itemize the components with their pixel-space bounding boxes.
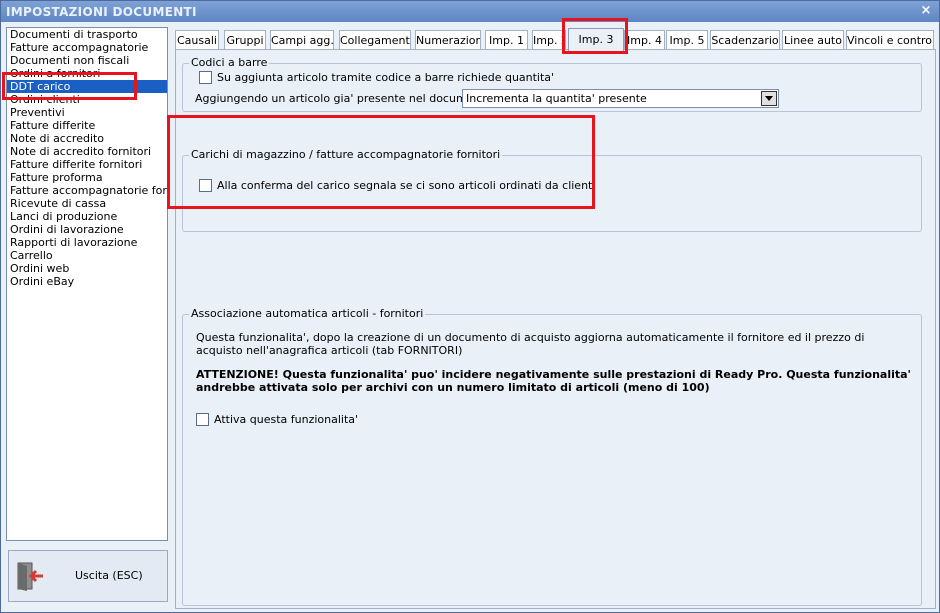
exit-button-label: Uscita (ESC): [75, 569, 143, 582]
list-item[interactable]: Carrello: [7, 249, 167, 262]
settings-tabs: Causali Gruppi Campi agg. Collegamenti N…: [175, 28, 935, 51]
tab-panel-imp-3: Codici a barre Su aggiunta articolo tram…: [175, 49, 936, 609]
list-item[interactable]: Ordini web: [7, 262, 167, 275]
tab-campi-agg[interactable]: Campi agg.: [270, 30, 334, 50]
tab-imp-4[interactable]: Imp. 4: [624, 30, 665, 50]
list-item[interactable]: Fatture proforma: [7, 171, 167, 184]
list-item[interactable]: Note di accredito fornitori: [7, 145, 167, 158]
tab-gruppi[interactable]: Gruppi: [224, 30, 266, 50]
warehouse-check-row[interactable]: Alla conferma del carico segnala se ci s…: [199, 179, 595, 192]
list-item[interactable]: Documenti non fiscali: [7, 54, 167, 67]
window-content: Documenti di trasporto Fatture accompagn…: [1, 22, 939, 612]
existing-item-select-value: Incrementa la quantita' presente: [466, 92, 647, 105]
tab-imp-5[interactable]: Imp. 5: [666, 30, 708, 50]
tab-collegamenti[interactable]: Collegamenti: [339, 30, 411, 50]
supplier-activate-checkbox[interactable]: [196, 413, 209, 426]
supplier-activate-label: Attiva questa funzionalita': [214, 413, 359, 426]
supplier-group-title: Associazione automatica articoli - forni…: [189, 307, 426, 320]
tab-vincoli-e-controlli[interactable]: Vincoli e controlli: [846, 30, 934, 50]
warehouse-checkbox-label: Alla conferma del carico segnala se ci s…: [217, 179, 596, 192]
warehouse-checkbox[interactable]: [199, 179, 212, 192]
list-item[interactable]: Note di accredito: [7, 132, 167, 145]
existing-item-select[interactable]: Incrementa la quantita' presente: [462, 89, 779, 108]
chevron-down-icon[interactable]: [761, 91, 777, 106]
list-item[interactable]: Fatture accompagnatorie: [7, 41, 167, 54]
list-item[interactable]: Rapporti di lavorazione: [7, 236, 167, 249]
tab-numerazioni[interactable]: Numerazioni: [415, 30, 481, 50]
document-type-list[interactable]: Documenti di trasporto Fatture accompagn…: [6, 27, 168, 541]
barcode-group-title: Codici a barre: [189, 56, 270, 69]
supplier-association-group: Associazione automatica articoli - forni…: [182, 307, 922, 606]
tab-imp-2[interactable]: Imp. 2: [532, 30, 566, 50]
exit-door-icon: [17, 562, 43, 591]
list-item[interactable]: Fatture accompagnatorie fornitori: [7, 184, 167, 197]
list-item[interactable]: Fatture differite fornitori: [7, 158, 167, 171]
existing-item-label: Aggiungendo un articolo gia' presente ne…: [195, 92, 499, 105]
list-item[interactable]: Documenti di trasporto: [7, 28, 167, 41]
list-item[interactable]: Preventivi: [7, 106, 167, 119]
list-item[interactable]: Lanci di produzione: [7, 210, 167, 223]
list-item-selected[interactable]: DDT carico: [7, 80, 167, 93]
settings-window: IMPOSTAZIONI DOCUMENTI × Documenti di tr…: [0, 0, 940, 613]
barcode-quantity-checkbox[interactable]: [199, 71, 212, 84]
barcode-quantity-label: Su aggiunta articolo tramite codice a ba…: [217, 71, 555, 84]
list-item[interactable]: Ordini di lavorazione: [7, 223, 167, 236]
supplier-description: Questa funzionalita', dopo la creazione …: [196, 331, 865, 357]
tab-causali[interactable]: Causali: [175, 30, 219, 50]
tab-imp-1[interactable]: Imp. 1: [485, 30, 528, 50]
warehouse-group-title: Carichi di magazzino / fatture accompagn…: [189, 148, 503, 161]
tab-scadenzario[interactable]: Scadenzario: [710, 30, 780, 50]
warehouse-group: Carichi di magazzino / fatture accompagn…: [182, 148, 922, 232]
barcode-group: Codici a barre Su aggiunta articolo tram…: [182, 56, 922, 112]
supplier-warning: ATTENZIONE! Questa funzionalita' puo' in…: [196, 368, 911, 394]
title-bar[interactable]: IMPOSTAZIONI DOCUMENTI ×: [1, 1, 939, 22]
list-item[interactable]: Ordini a fornitori: [7, 67, 167, 80]
list-item[interactable]: Ricevute di cassa: [7, 197, 167, 210]
close-icon[interactable]: ×: [919, 4, 933, 18]
tab-imp-3[interactable]: Imp. 3: [568, 28, 624, 51]
tab-linee-auto[interactable]: Linee auto: [782, 30, 844, 50]
window-title: IMPOSTAZIONI DOCUMENTI: [6, 5, 197, 19]
list-item[interactable]: Ordini eBay: [7, 275, 167, 288]
list-item[interactable]: Fatture differite: [7, 119, 167, 132]
exit-button[interactable]: Uscita (ESC): [8, 550, 168, 602]
barcode-quantity-checkbox-row[interactable]: Su aggiunta articolo tramite codice a ba…: [199, 71, 554, 84]
list-item[interactable]: Ordini clienti: [7, 93, 167, 106]
supplier-activate-row[interactable]: Attiva questa funzionalita': [196, 413, 358, 426]
